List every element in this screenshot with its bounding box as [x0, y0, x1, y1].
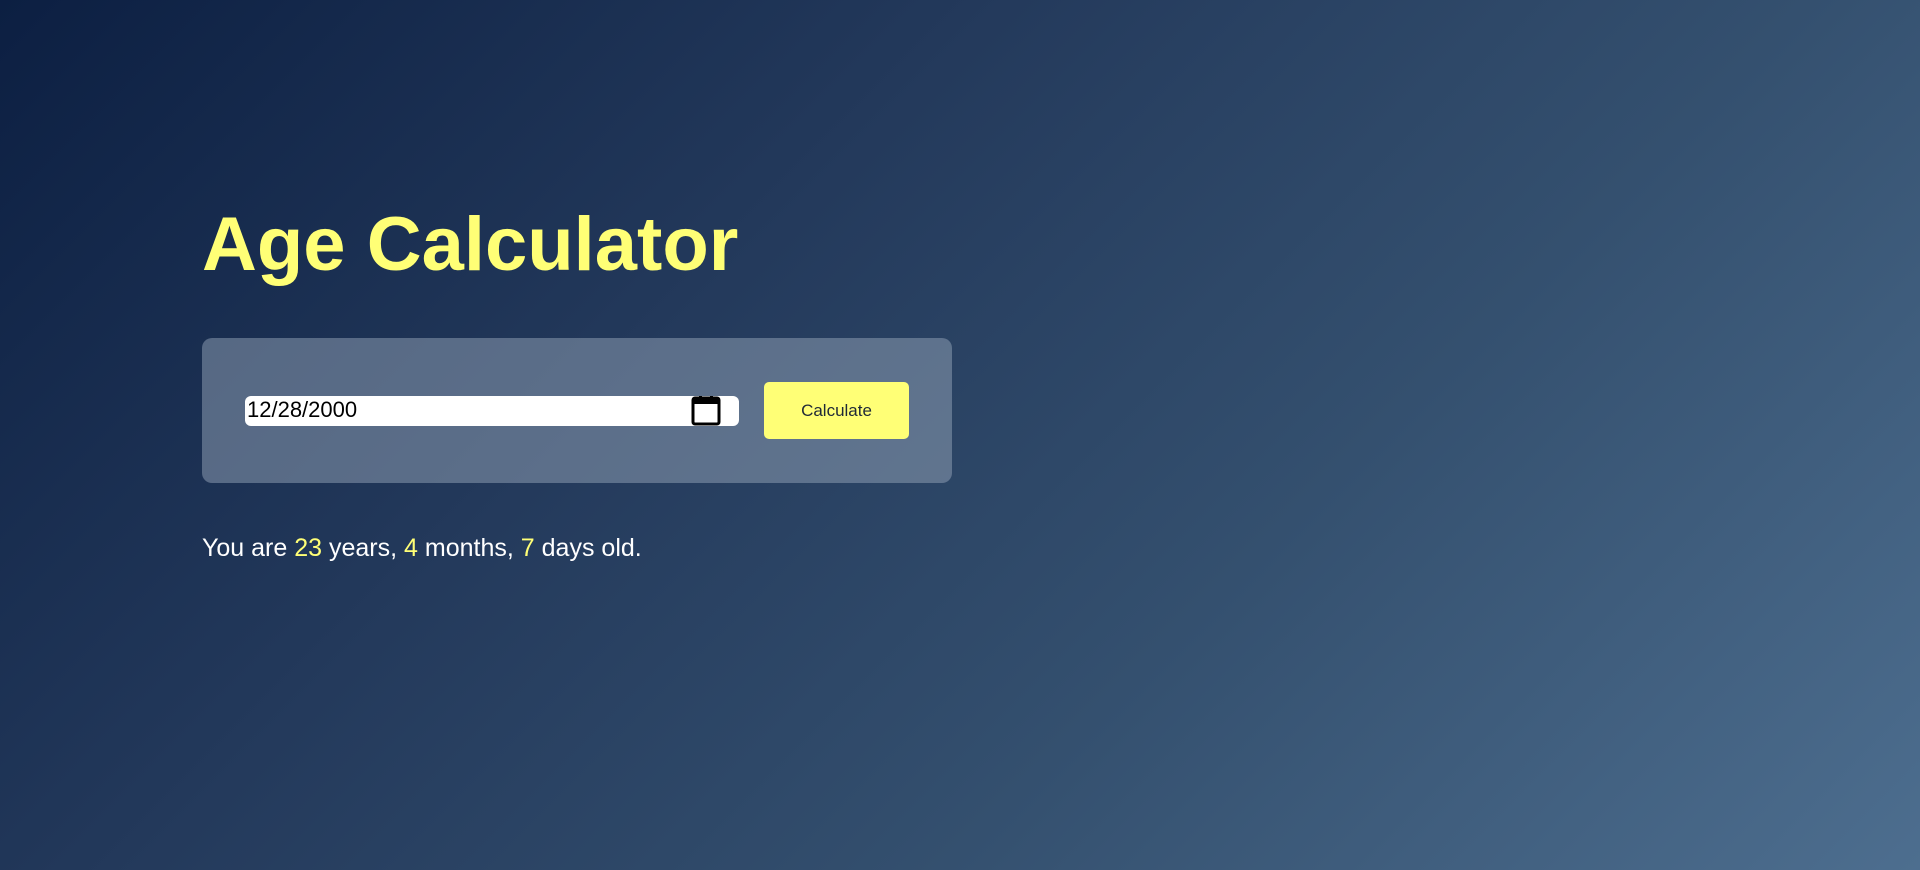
birthdate-value[interactable]: 12/28/2000 [247, 398, 357, 422]
result-years-label: years, [329, 534, 398, 562]
result-days-label: days old. [541, 534, 642, 562]
calculate-button[interactable]: Calculate [764, 382, 909, 439]
birthdate-input[interactable]: 12/28/2000 [245, 396, 739, 426]
result-months-label: months, [424, 534, 514, 562]
age-result: You are 23 years, 4 months, 7 days old. [202, 532, 642, 564]
page-title: Age Calculator [202, 202, 739, 287]
app-background: Age Calculator 12/28/2000 Calculate You … [0, 0, 1920, 870]
result-months: 4 [404, 534, 418, 562]
result-days: 7 [520, 534, 535, 562]
result-prefix: You are [202, 534, 288, 562]
input-card: 12/28/2000 Calculate [202, 338, 952, 483]
result-years: 23 [294, 534, 323, 562]
calendar-icon[interactable] [691, 396, 721, 426]
